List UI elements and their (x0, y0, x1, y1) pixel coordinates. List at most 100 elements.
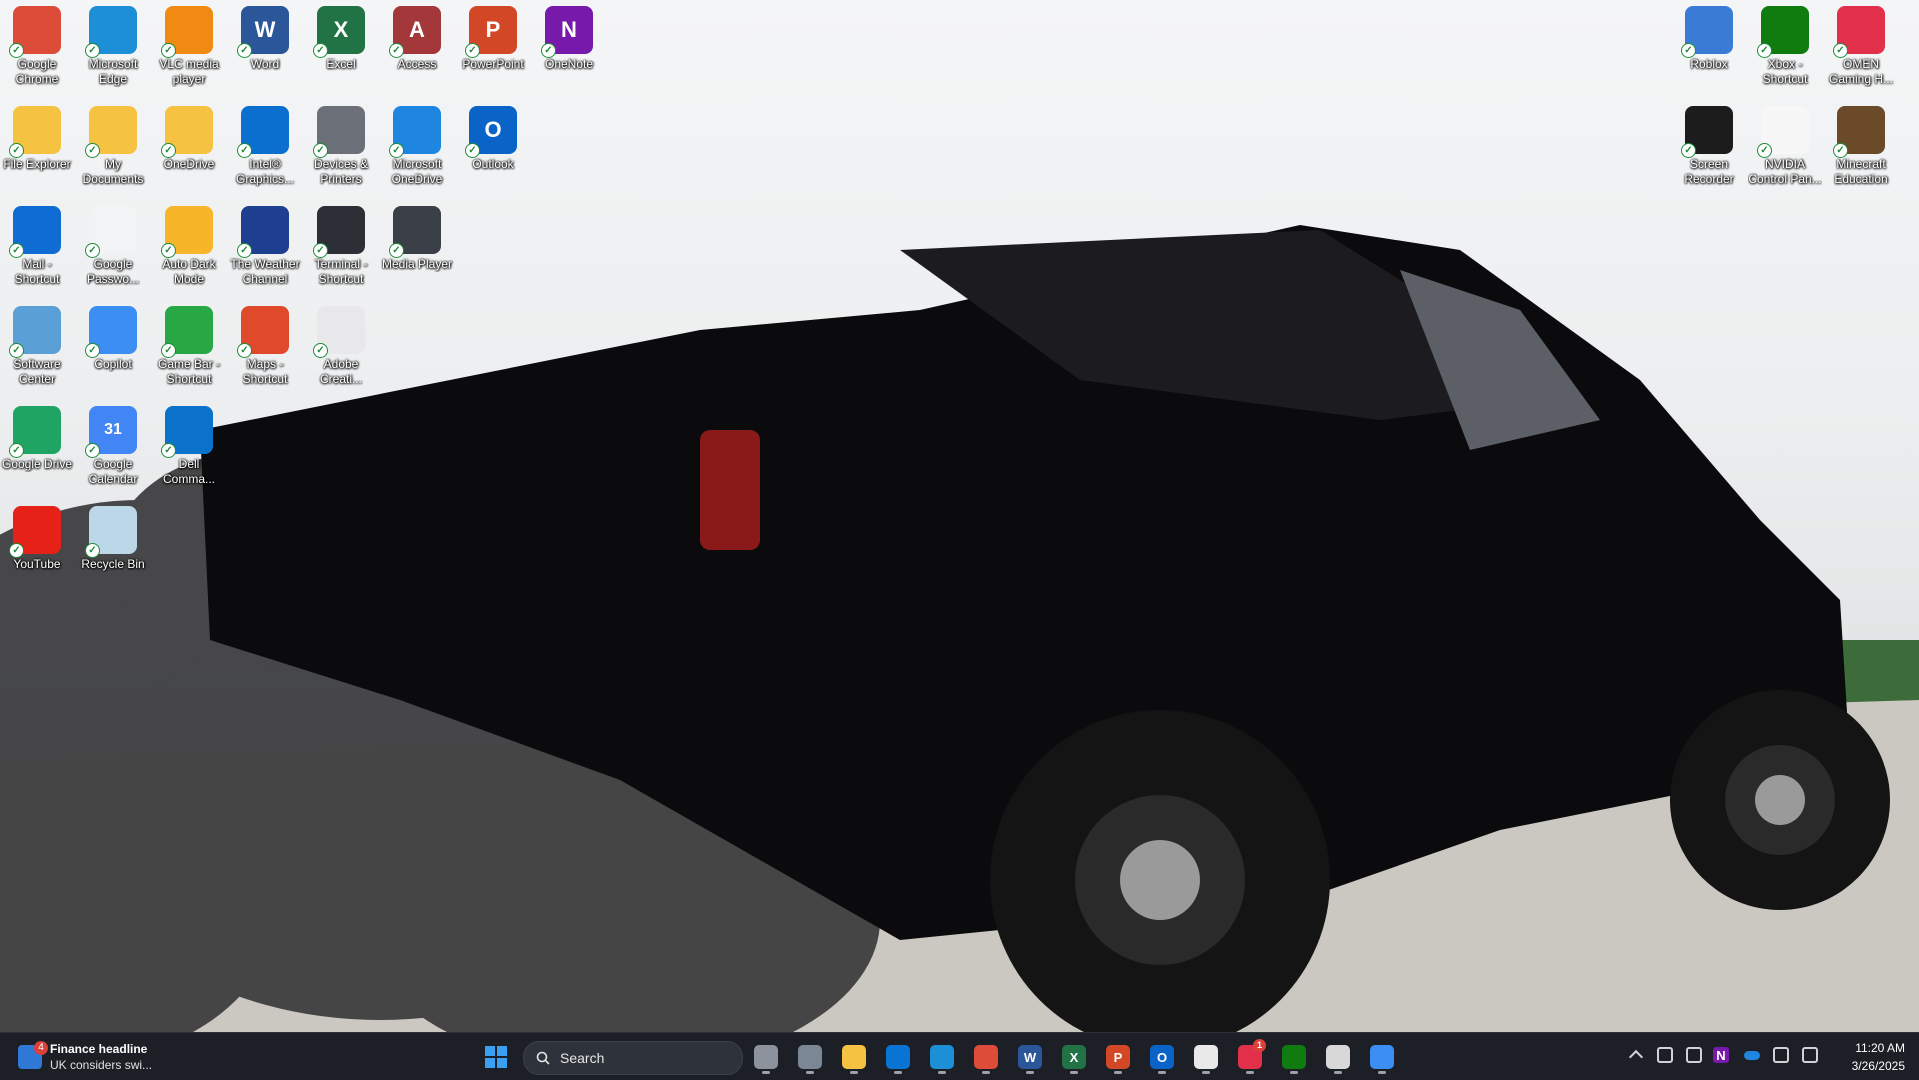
recycle-bin-icon: ✓ (85, 506, 137, 558)
security-icon[interactable] (1684, 1045, 1704, 1065)
sync-check-icon: ✓ (85, 543, 100, 558)
desktop-icon[interactable]: ✓ Software Center (0, 300, 74, 396)
widget-badge: 4 (34, 1041, 48, 1055)
document-icon: ✓ (1757, 106, 1809, 158)
sync-check-icon: ✓ (389, 143, 404, 158)
desktop-icon[interactable]: O ✓ Outlook (456, 100, 530, 196)
desktop-icon-label: Screen Recorder Plus (1684, 157, 1734, 186)
desktop-icon-label: NVIDIA Control Pan... (1748, 157, 1822, 186)
desktop-icon-label: Maps - Shortcut (242, 357, 288, 386)
onedrive-icon: ✓ (389, 106, 441, 158)
taskbar-microsoft-store[interactable] (880, 1039, 916, 1075)
desktop-icon[interactable]: ✓ Google Chrome (0, 0, 74, 96)
taskbar-edge[interactable] (924, 1039, 960, 1075)
printer-plus-icon[interactable] (1655, 1045, 1675, 1065)
desktop-icon[interactable]: ✓ Microsoft OneDrive (380, 100, 454, 196)
desktop-icon[interactable]: ✓ My Documents (76, 100, 150, 196)
news-widget[interactable]: 4 Finance headline UK considers swi... (16, 1039, 186, 1075)
desktop-icon-label: Roblox (1690, 57, 1728, 71)
desktop-icon-label: Microsoft Edge (88, 57, 138, 86)
desktop-icon[interactable]: ✓ OMEN Gaming H... (1824, 0, 1898, 96)
search-icon (536, 1051, 550, 1065)
taskbar-roblox[interactable] (1320, 1039, 1356, 1075)
sync-check-icon: ✓ (85, 343, 100, 358)
desktop-icon-label: Adobe Creati... (319, 357, 362, 386)
taskbar-settings[interactable] (792, 1039, 828, 1075)
desktop-icon[interactable]: ✓Screen Recorder Plus (1672, 100, 1746, 196)
start-button[interactable] (478, 1039, 514, 1075)
desktop-icon[interactable]: ✓ YouTube (0, 500, 74, 596)
taskbar-copilot-m365[interactable] (1364, 1039, 1400, 1075)
desktop-icon[interactable]: W ✓ Word (228, 0, 302, 96)
desktop-icon[interactable]: ✓ Roblox (1672, 0, 1746, 96)
desktop-icon[interactable]: ✓ The Weather Channel (228, 200, 302, 296)
taskbar-excel[interactable]: X (1056, 1039, 1092, 1075)
maps-icon: ✓ (237, 306, 289, 358)
taskbar-chrome[interactable] (968, 1039, 1004, 1075)
icon-letter: P (485, 17, 501, 42)
sync-check-icon: ✓ (237, 143, 252, 158)
desktop-icon[interactable]: ✓ Media Player (380, 200, 454, 296)
desktop-icon-label: PowerPoint (462, 57, 524, 71)
onedrive-folder-icon: ✓ (161, 106, 213, 158)
speaker-muted-icon[interactable] (1800, 1045, 1820, 1065)
icon-letter: A (409, 17, 425, 42)
desktop-icon-label: Outlook (472, 157, 514, 171)
onedrive-icon[interactable] (1742, 1045, 1762, 1065)
onenote-icon[interactable]: N (1713, 1047, 1729, 1063)
edge-icon (930, 1045, 954, 1069)
sync-check-icon: ✓ (161, 143, 176, 158)
tray-glyph (1686, 1047, 1702, 1063)
desktop-icon[interactable]: ✓ Google Drive (0, 400, 74, 496)
desktop-icon[interactable]: ✓ OneDrive (152, 100, 226, 196)
desktop-icon[interactable]: ✓ Recycle Bin (76, 500, 150, 596)
desktop-icon-label: Minecraft Education (1834, 157, 1888, 186)
desktop-icon[interactable]: ✓ Devices & Printers (304, 100, 378, 196)
desktop-icon[interactable]: ✓ File Explorer (0, 100, 74, 196)
desktop-icon[interactable]: ✓ VLC media player (152, 0, 226, 96)
desktop-icon[interactable]: ✓ Adobe Creati... (304, 300, 378, 396)
taskbar-xbox[interactable] (1276, 1039, 1312, 1075)
windows-logo-icon (485, 1046, 507, 1068)
clock[interactable]: 11:20 AM 3/26/2025 (1852, 1039, 1905, 1075)
taskbar-app-dark[interactable] (1188, 1039, 1224, 1075)
desktop-icon[interactable]: ✓ NVIDIA Control Pan... (1748, 100, 1822, 196)
sync-check-icon: ✓ (389, 43, 404, 58)
running-indicator (806, 1071, 814, 1074)
taskbar-outlook[interactable]: O (1144, 1039, 1180, 1075)
chevron-up-icon[interactable] (1626, 1045, 1646, 1065)
desktop-icon[interactable]: 31 ✓ Google Calendar (76, 400, 150, 496)
desktop-icon[interactable]: ✓ Game Bar - Shortcut (152, 300, 226, 396)
desktop-icon[interactable]: ✓ Maps - Shortcut (228, 300, 302, 396)
network-icon[interactable] (1771, 1045, 1791, 1065)
taskbar-omen[interactable]: 1 (1232, 1039, 1268, 1075)
desktop-icon[interactable]: ✓ Microsoft Edge (76, 0, 150, 96)
desktop-icon[interactable]: ✓ Mail - Shortcut (0, 200, 74, 296)
taskbar-search[interactable]: Search (523, 1041, 743, 1075)
desktop-icon[interactable]: ✓ Auto Dark Mode (152, 200, 226, 296)
taskbar-task-view[interactable] (748, 1039, 784, 1075)
word-icon: W (1018, 1045, 1042, 1069)
desktop-icon[interactable]: ✓ Copilot (76, 300, 150, 396)
sync-check-icon: ✓ (313, 143, 328, 158)
desktop-icon[interactable]: ✓ Xbox - Shortcut (1748, 0, 1822, 96)
desktop-icon[interactable]: ✓ Google Passwo... (76, 200, 150, 296)
running-indicator (894, 1071, 902, 1074)
icon-letter: N (561, 17, 577, 42)
taskbar-file-explorer[interactable] (836, 1039, 872, 1075)
desktop-icon[interactable]: P ✓ PowerPoint (456, 0, 530, 96)
desktop-icon[interactable]: ✓ Dell Comma... (152, 400, 226, 496)
taskbar-powerpoint[interactable]: P (1100, 1039, 1136, 1075)
icon-letter: N (1716, 1047, 1726, 1063)
desktop-icon[interactable]: ✓ Terminal - Shortcut (304, 200, 378, 296)
desktop-icon[interactable]: X ✓ Excel (304, 0, 378, 96)
taskbar-word[interactable]: W (1012, 1039, 1048, 1075)
desktop-icon[interactable]: ✓ Intel® Graphics... (228, 100, 302, 196)
desktop-icon[interactable]: ✓ Minecraft Education (1824, 100, 1898, 196)
running-indicator (1114, 1071, 1122, 1074)
desktop-icon[interactable]: A ✓ Access (380, 0, 454, 96)
sync-check-icon: ✓ (161, 43, 176, 58)
tray-glyph (1657, 1047, 1673, 1063)
terminal-icon: ✓ (313, 206, 365, 258)
desktop-icon[interactable]: N ✓ OneNote (532, 0, 606, 96)
